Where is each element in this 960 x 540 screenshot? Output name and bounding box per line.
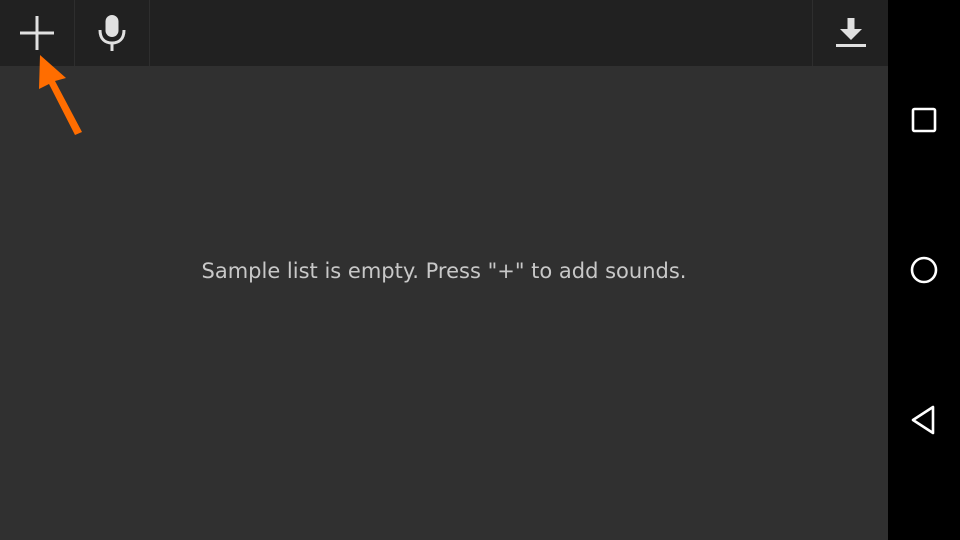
system-navigation-bar (888, 0, 960, 540)
download-button[interactable] (813, 0, 888, 66)
annotation-arrow-icon (39, 55, 82, 135)
app-window: Sample list is empty. Press "+" to add s… (0, 0, 888, 540)
back-button[interactable] (888, 384, 960, 456)
toolbar-divider (149, 0, 150, 66)
plus-icon (20, 16, 54, 50)
download-icon (835, 18, 866, 47)
home-circle-icon (910, 256, 938, 284)
toolbar (0, 0, 888, 66)
home-button[interactable] (888, 234, 960, 306)
microphone-icon (98, 15, 126, 51)
recents-button[interactable] (888, 84, 960, 156)
empty-list-message: Sample list is empty. Press "+" to add s… (201, 259, 687, 283)
recents-square-icon (911, 107, 937, 133)
back-triangle-icon (911, 405, 935, 435)
